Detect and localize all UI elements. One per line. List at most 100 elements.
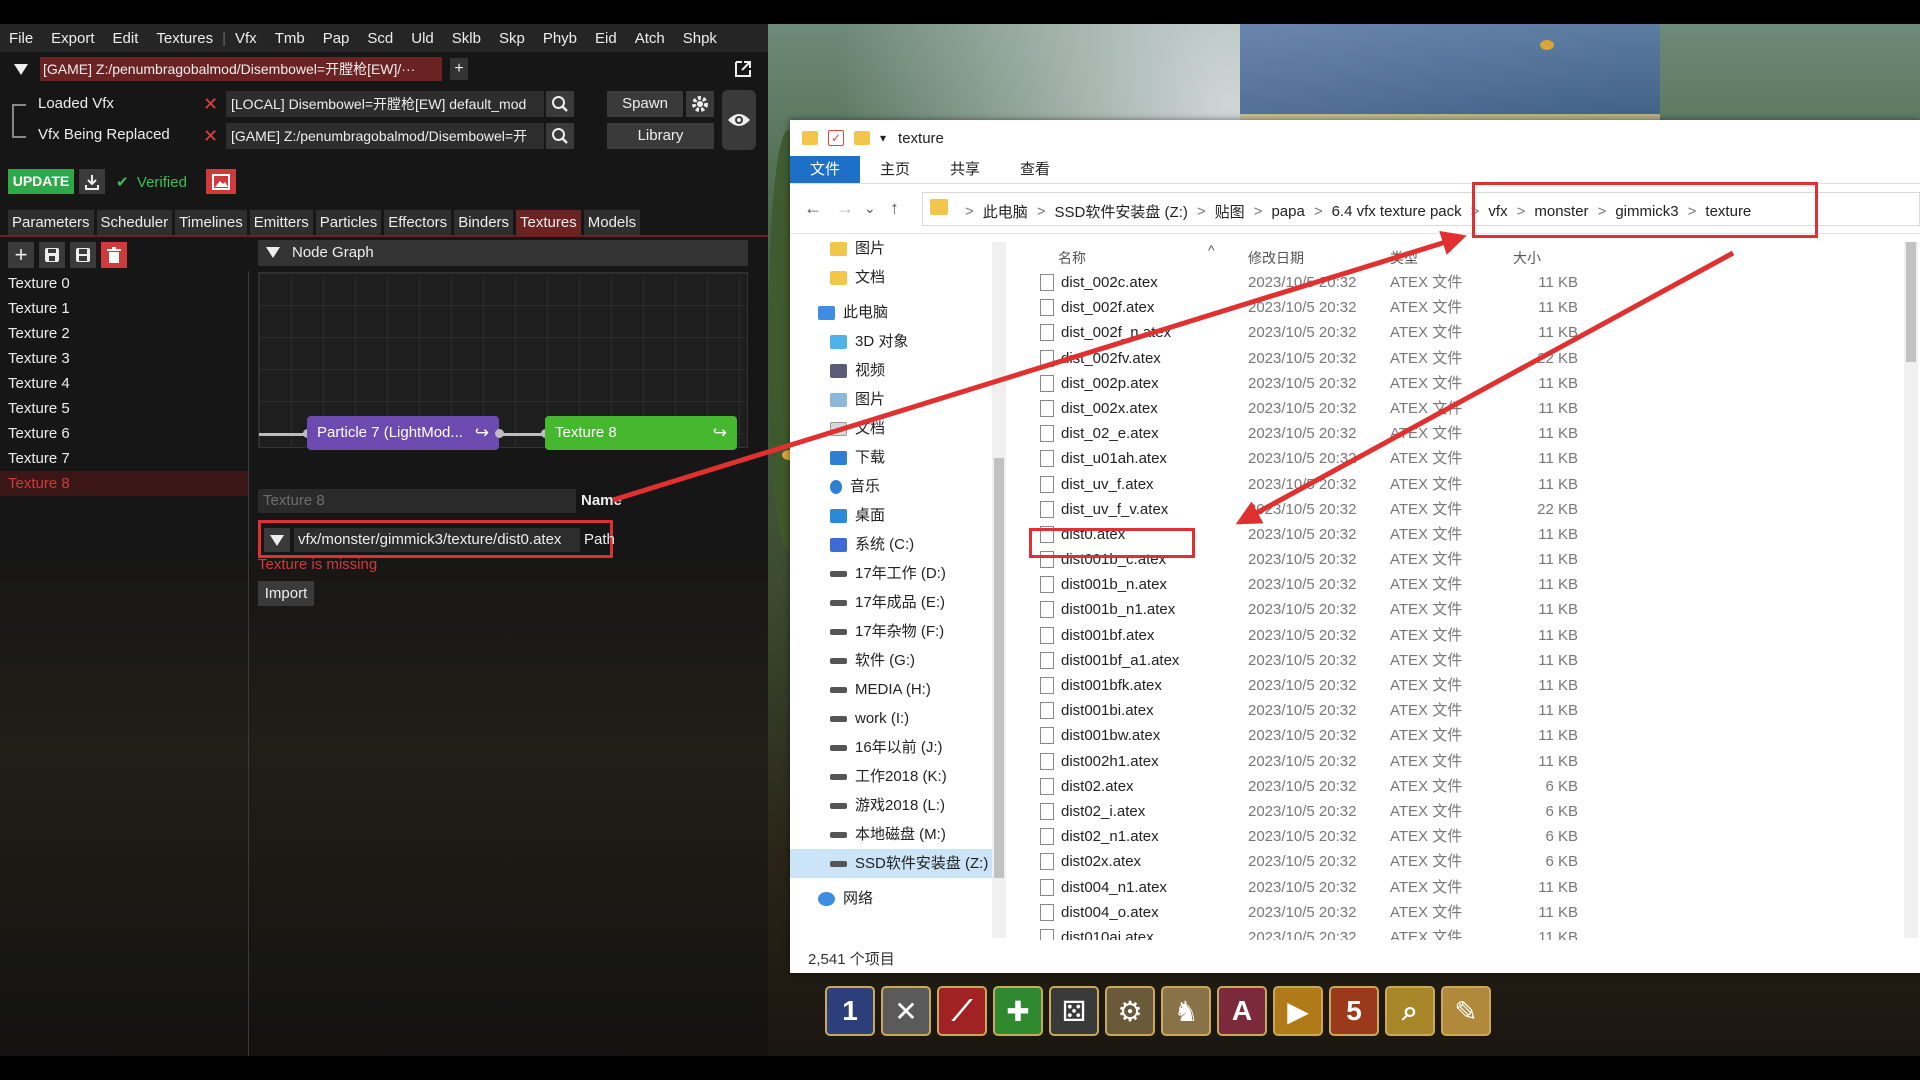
nav-item[interactable]: 视频 — [790, 356, 992, 385]
settings-button[interactable] — [686, 91, 714, 117]
quick-access-dropdown[interactable]: ▾ — [880, 131, 886, 145]
nav-item[interactable]: 软件 (G:) — [790, 646, 992, 675]
nav-item[interactable]: 17年工作 (D:) — [790, 559, 992, 588]
ribbon-tab[interactable]: 文件 — [790, 156, 861, 183]
nav-item[interactable]: 文档 — [790, 263, 992, 292]
breadcrumb-separator-icon[interactable]: > — [1194, 203, 1209, 220]
ribbon-tab[interactable]: 主页 — [860, 156, 930, 183]
menu-item[interactable]: Shpk — [674, 30, 726, 47]
properties-icon[interactable]: ✓ — [828, 130, 844, 146]
tab-timelines[interactable]: Timelines — [175, 210, 247, 235]
red-slash-icon[interactable]: ⟋ — [937, 986, 987, 1036]
goto-node-icon[interactable]: ↪ — [475, 416, 489, 450]
nav-item[interactable]: 网络 — [790, 884, 992, 913]
path-dropdown-button[interactable] — [264, 528, 290, 552]
size-column-header[interactable]: 大小 — [1513, 248, 1541, 268]
library-button[interactable]: Library — [607, 123, 714, 149]
tab-emitters[interactable]: Emitters — [249, 210, 313, 235]
texture-list-item[interactable]: Texture 8 — [0, 471, 248, 496]
replaced-vfx-field[interactable]: [GAME] Z:/penumbragobalmod/Disembowel=开 — [226, 123, 544, 149]
green-plus-icon[interactable]: ✚ — [993, 986, 1043, 1036]
spawn-button[interactable]: Spawn — [607, 91, 683, 117]
texture-list-item[interactable]: Texture 2 — [0, 321, 248, 346]
breadcrumb-separator-icon[interactable]: > — [1251, 203, 1266, 220]
file-row[interactable]: dist_uv_f_v.atex 2023/10/5 20:32 ATEX 文件 22… — [1038, 497, 1858, 522]
texture-list-item[interactable]: Texture 0 — [0, 271, 248, 296]
clear-loaded-vfx-icon[interactable]: ✕ — [203, 94, 218, 115]
ribbon-tab[interactable]: 共享 — [930, 156, 1000, 183]
modified-column-header[interactable]: 修改日期 — [1248, 248, 1304, 268]
texture-list-item[interactable]: Texture 3 — [0, 346, 248, 371]
external-link-icon[interactable] — [733, 59, 753, 79]
new-folder-icon[interactable] — [854, 131, 870, 145]
clear-replaced-vfx-icon[interactable]: ✕ — [203, 126, 218, 147]
menu-item[interactable]: Pap — [314, 30, 359, 47]
menu-item[interactable]: Phyb — [534, 30, 586, 47]
scroll-icon[interactable]: ✎ — [1441, 986, 1491, 1036]
play-icon[interactable]: ▶ — [1273, 986, 1323, 1036]
loaded-vfx-field[interactable]: [LOCAL] Disembowel=开膛枪[EW] default_mod — [226, 91, 544, 117]
node-graph-canvas[interactable]: Particle 7 (LightMod... ↪ Texture 8 ↪ — [258, 272, 748, 450]
nav-item[interactable]: 17年成品 (E:) — [790, 588, 992, 617]
visibility-button[interactable] — [722, 90, 756, 150]
workspace-tab[interactable]: [GAME] Z:/penumbragobalmod/Disembowel=开膛… — [40, 57, 442, 81]
menu-item[interactable]: Export — [42, 30, 103, 47]
node-port[interactable] — [495, 429, 504, 438]
breadcrumb-item[interactable]: 6.4 vfx texture pack — [1326, 203, 1468, 220]
breadcrumb-separator-icon[interactable]: > — [1311, 203, 1326, 220]
texture-list-item[interactable]: Texture 6 — [0, 421, 248, 446]
magnifier-icon[interactable]: ⌕ — [1385, 986, 1435, 1036]
file-row[interactable]: dist001b_n.atex 2023/10/5 20:32 ATEX 文件 11 … — [1038, 572, 1858, 597]
file-row[interactable]: dist_002x.atex 2023/10/5 20:32 ATEX 文件 11 K… — [1038, 396, 1858, 421]
file-row[interactable]: dist004_o.atex 2023/10/5 20:32 ATEX 文件 11 K… — [1038, 900, 1858, 925]
scrollbar-thumb[interactable] — [1906, 242, 1916, 362]
breadcrumb-item[interactable]: papa — [1265, 203, 1310, 220]
menu-item[interactable]: Eid — [586, 30, 626, 47]
nav-item[interactable]: 音乐 — [790, 472, 992, 501]
file-row[interactable]: dist02_n1.atex 2023/10/5 20:32 ATEX 文件 6 KB — [1038, 824, 1858, 849]
file-row[interactable]: dist_002fv.atex 2023/10/5 20:32 ATEX 文件 22 … — [1038, 346, 1858, 371]
file-row[interactable]: dist02.atex 2023/10/5 20:32 ATEX 文件 6 KB — [1038, 774, 1858, 799]
number-five-icon[interactable]: 5 — [1329, 986, 1379, 1036]
file-row[interactable]: dist004_n1.atex 2023/10/5 20:32 ATEX 文件 11 … — [1038, 875, 1858, 900]
file-row[interactable]: dist001b_n1.atex 2023/10/5 20:32 ATEX 文件 11… — [1038, 597, 1858, 622]
texture-list-item[interactable]: Texture 5 — [0, 396, 248, 421]
particle-node[interactable]: Particle 7 (LightMod... ↪ — [307, 416, 499, 450]
file-row[interactable]: dist_002c.atex 2023/10/5 20:32 ATEX 文件 11 K… — [1038, 270, 1858, 295]
nav-item[interactable]: 文档 — [790, 414, 992, 443]
file-row[interactable]: dist010ai.atex 2023/10/5 20:32 ATEX 文件 11 K… — [1038, 925, 1858, 940]
texture-path-input[interactable]: vfx/monster/gimmick3/texture/dist0.atex — [294, 528, 580, 552]
tab-particles[interactable]: Particles — [315, 210, 382, 235]
tab-textures[interactable]: Textures — [516, 210, 581, 235]
search-loaded-vfx-button[interactable] — [546, 91, 574, 117]
nav-item[interactable]: 16年以前 (J:) — [790, 733, 992, 762]
recent-locations-icon[interactable]: ⌄ — [864, 200, 876, 217]
file-row[interactable]: dist02_i.atex 2023/10/5 20:32 ATEX 文件 6 KB — [1038, 799, 1858, 824]
menu-item[interactable]: Textures — [147, 30, 222, 47]
menu-item[interactable]: File — [0, 30, 42, 47]
nav-item[interactable]: 图片 — [790, 385, 992, 414]
nav-item[interactable]: 图片 — [790, 234, 992, 263]
name-column-header[interactable]: 名称 — [1058, 248, 1086, 268]
add-tab-button[interactable]: + — [450, 58, 468, 80]
forward-icon[interactable]: → — [836, 198, 854, 219]
file-row[interactable]: dist_02_e.atex 2023/10/5 20:32 ATEX 文件 11 K… — [1038, 421, 1858, 446]
number-one-icon[interactable]: 1 — [825, 986, 875, 1036]
nav-item[interactable]: work (I:) — [790, 704, 992, 733]
menu-item[interactable]: Sklb — [443, 30, 490, 47]
letter-a-icon[interactable]: A — [1217, 986, 1267, 1036]
tab-effectors[interactable]: Effectors — [384, 210, 452, 235]
texture-list-item[interactable]: Texture 1 — [0, 296, 248, 321]
file-row[interactable]: dist002h1.atex 2023/10/5 20:32 ATEX 文件 11 K… — [1038, 749, 1858, 774]
image-button[interactable] — [206, 169, 236, 194]
breadcrumb-item[interactable]: 此电脑 — [977, 201, 1034, 222]
search-replaced-vfx-button[interactable] — [546, 123, 574, 149]
nav-item[interactable]: 下载 — [790, 443, 992, 472]
file-row[interactable]: dist001bf.atex 2023/10/5 20:32 ATEX 文件 11 K… — [1038, 623, 1858, 648]
file-scrollbar[interactable] — [1904, 242, 1918, 938]
add-texture-button[interactable]: + — [8, 242, 34, 268]
file-row[interactable]: dist001bi.atex 2023/10/5 20:32 ATEX 文件 11 K… — [1038, 698, 1858, 723]
file-row[interactable]: dist001bfk.atex 2023/10/5 20:32 ATEX 文件 11 … — [1038, 673, 1858, 698]
tab-models[interactable]: Models — [583, 210, 641, 235]
ribbon-tab[interactable]: 查看 — [1000, 156, 1070, 183]
